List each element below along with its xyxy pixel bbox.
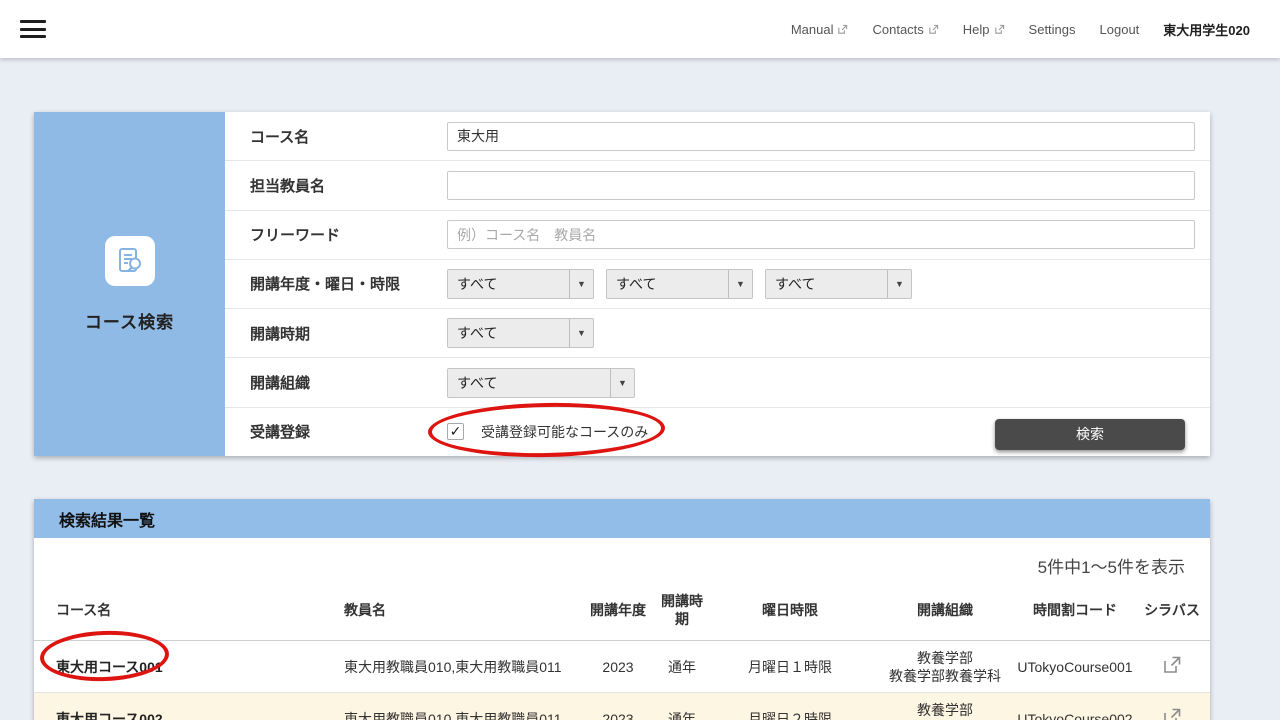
course-name-input[interactable] [447,122,1195,151]
course-name-label: コース名 [225,126,447,147]
nav-link-label: Help [963,22,990,37]
column-header-teacher: 教員名 [322,586,578,641]
organization-line1: 教養学部 [874,701,1016,719]
term-select[interactable]: すべて ▼ [447,318,594,348]
chevron-down-icon: ▼ [887,270,911,298]
nav-link-label: Contacts [872,22,923,37]
term-select-value: すべて [448,319,569,347]
chevron-down-icon: ▼ [610,369,634,397]
nav-link-manual[interactable]: Manual [791,22,849,37]
course-name-link[interactable]: 東大用コース001 [56,659,163,675]
chevron-down-icon: ▼ [728,270,752,298]
course-search-panel: コース検索 コース名 担当教員名 フリーワード 開講年度・曜日・時限 すべて ▼… [34,112,1210,456]
search-panel-title: コース検索 [85,308,174,333]
organization-select-value: すべて [448,369,610,397]
term-cell: 通年 [658,641,706,693]
nav-link-logout[interactable]: Logout [1100,22,1140,37]
organization-label: 開講組織 [225,372,447,393]
external-link-icon [837,24,848,35]
nav-link-label: Settings [1029,22,1076,37]
registration-checkbox-label: 受講登録可能なコースのみ [481,422,648,442]
organization-line2: 教養学部教養学科 [874,667,1016,685]
form-row-registration: 受講登録 ✓ 受講登録可能なコースのみ 検索 [225,408,1210,456]
teachers-cell: 東大用教職員010,東大用教職員011 [322,693,578,720]
organization-cell: 教養学部 教養学部教養学科 [874,693,1016,720]
search-button[interactable]: 検索 [995,419,1185,450]
nav-link-help[interactable]: Help [963,22,1005,37]
table-row-course-001: 東大用コース001 東大用教職員010,東大用教職員011 2023 通年 月曜… [34,641,1210,693]
results-table-header-row: コース名 教員名 開講年度 開講時期 曜日時限 開講組織 時間割コード シラバス [34,586,1210,641]
course-search-icon [105,236,155,286]
year-select[interactable]: すべて ▼ [447,269,594,299]
registration-label: 受講登録 [225,421,447,442]
chevron-down-icon: ▼ [569,319,593,347]
top-navigation: Manual Contacts Help Settings Logout 東大用… [791,20,1250,39]
syllabus-external-link-icon[interactable] [1162,655,1182,679]
period-select-value: すべて [766,270,887,298]
nav-link-label: Logout [1100,22,1140,37]
organization-line1: 教養学部 [874,649,1016,667]
column-header-year: 開講年度 [578,586,658,641]
course-name-link[interactable]: 東大用コース002 [56,711,163,720]
form-row-course-name: コース名 [225,112,1210,161]
form-row-organization: 開講組織 すべて ▼ [225,358,1210,407]
nav-link-settings[interactable]: Settings [1029,22,1076,37]
day-period-cell: 月曜日２時限 [706,693,874,720]
day-select-value: すべて [607,270,728,298]
teachers-cell: 東大用教職員010,東大用教職員011 [322,641,578,693]
syllabus-external-link-icon[interactable] [1162,707,1182,720]
column-header-day-period: 曜日時限 [706,586,874,641]
nav-link-label: Manual [791,22,834,37]
year-cell: 2023 [578,693,658,720]
year-select-value: すべて [448,270,569,298]
top-bar: Manual Contacts Help Settings Logout 東大用… [0,0,1280,58]
registration-checkbox[interactable]: ✓ [447,423,464,440]
timetable-code-cell: UTokyoCourse001 [1016,641,1134,693]
organization-cell: 教養学部 教養学部教養学科 [874,641,1016,693]
chevron-down-icon: ▼ [569,270,593,298]
year-day-period-label: 開講年度・曜日・時限 [225,273,447,294]
form-row-teacher-name: 担当教員名 [225,161,1210,210]
results-count-text: 5件中1〜5件を表示 [34,538,1210,586]
search-results-panel: 検索結果一覧 5件中1〜5件を表示 コース名 教員名 開講年度 開講時期 曜日時… [34,499,1210,720]
column-header-term: 開講時期 [658,586,706,641]
nav-link-contacts[interactable]: Contacts [872,22,938,37]
column-header-syllabus: シラバス [1134,586,1210,641]
term-label: 開講時期 [225,323,447,344]
day-select[interactable]: すべて ▼ [606,269,753,299]
column-header-organization: 開講組織 [874,586,1016,641]
results-table: コース名 教員名 開講年度 開講時期 曜日時限 開講組織 時間割コード シラバス… [34,586,1210,720]
timetable-code-cell: UTokyoCourse002 [1016,693,1134,720]
results-title: 検索結果一覧 [59,507,155,531]
form-row-term: 開講時期 すべて ▼ [225,309,1210,358]
table-row-course-002: 東大用コース002 東大用教職員010,東大用教職員011 2023 通年 月曜… [34,693,1210,720]
course-search-sidebar: コース検索 [34,112,225,456]
year-cell: 2023 [578,641,658,693]
column-header-timetable-code: 時間割コード [1016,586,1134,641]
free-word-label: フリーワード [225,224,447,245]
external-link-icon [994,24,1005,35]
term-cell: 通年 [658,693,706,720]
organization-select[interactable]: すべて ▼ [447,368,635,398]
course-search-form: コース名 担当教員名 フリーワード 開講年度・曜日・時限 すべて ▼ すべて ▼ [225,112,1210,456]
hamburger-menu-icon[interactable] [20,20,46,38]
results-header: 検索結果一覧 [34,499,1210,538]
form-row-year-day-period: 開講年度・曜日・時限 すべて ▼ すべて ▼ すべて ▼ [225,260,1210,309]
free-word-input[interactable] [447,220,1195,249]
logged-in-user-name: 東大用学生020 [1163,20,1250,39]
teacher-name-label: 担当教員名 [225,175,447,196]
teacher-name-input[interactable] [447,171,1195,200]
external-link-icon [928,24,939,35]
form-row-free-word: フリーワード [225,211,1210,260]
period-select[interactable]: すべて ▼ [765,269,912,299]
day-period-cell: 月曜日１時限 [706,641,874,693]
column-header-course: コース名 [34,586,322,641]
